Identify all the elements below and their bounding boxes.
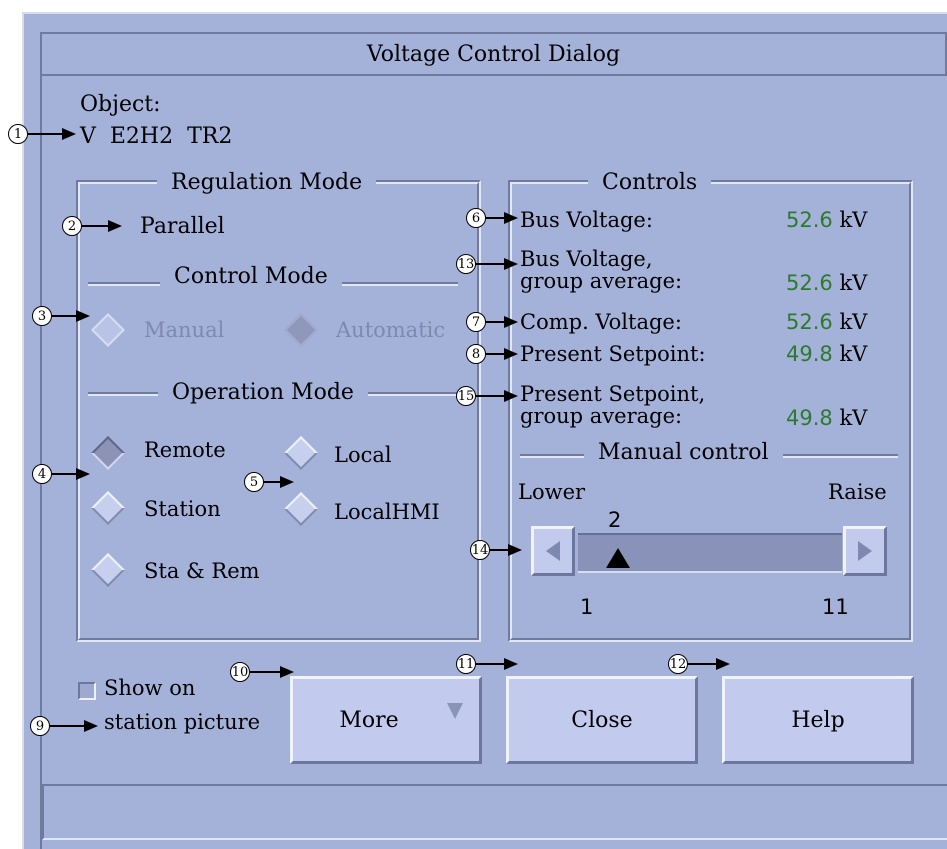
setpoint-avg-value: 49.8 (786, 406, 833, 430)
bus-voltage-value: 52.6 (786, 208, 833, 232)
bus-voltage-avg-value: 52.6 (786, 271, 833, 295)
callout-1-arrowhead (62, 128, 76, 140)
remote-radio-label: Remote (144, 438, 226, 462)
callout-9: 9 (30, 716, 50, 736)
callout-7: 7 (466, 312, 486, 332)
callout-8: 8 (466, 344, 486, 364)
object-label: Object: (80, 92, 161, 117)
callout-14: 14 (470, 540, 490, 560)
present-setpoint-value: 49.8 (786, 342, 833, 366)
dialog-title-bar[interactable]: Voltage Control Dialog (42, 34, 947, 76)
setpoint-avg-label-line1: Present Setpoint, (520, 382, 706, 406)
operation-mode-title: Operation Mode (158, 380, 368, 405)
callout-13: 13 (456, 254, 476, 274)
callout-15-arrowhead (504, 390, 518, 402)
callout-9-arrowhead (84, 720, 98, 732)
setpoint-avg-unit: kV (839, 406, 868, 430)
station-picture-label: station picture (104, 710, 261, 734)
bus-voltage-avg-label: Bus Voltage, group average: (520, 248, 682, 292)
dialog-title: Voltage Control Dialog (366, 41, 621, 67)
callout-4: 4 (32, 464, 52, 484)
callout-6-arrowhead (504, 212, 518, 224)
bus-voltage-readout: 52.6 kV (786, 208, 867, 232)
callout-3-arrowhead (76, 310, 90, 322)
tap-slider-thumb[interactable] (606, 548, 630, 568)
help-button-label: Help (791, 707, 845, 733)
lower-button[interactable] (531, 526, 575, 576)
comp-voltage-unit: kV (839, 310, 868, 334)
present-setpoint-unit: kV (839, 342, 868, 366)
callout-15: 15 (456, 386, 476, 406)
regulation-mode-title: Regulation Mode (157, 170, 377, 195)
bus-voltage-avg-readout: 52.6 kV (786, 271, 867, 295)
manual-radio-label: Manual (144, 318, 225, 342)
chevron-down-icon (447, 703, 463, 719)
callout-4-arrowhead (76, 468, 90, 480)
lower-label: Lower (518, 480, 586, 504)
tap-current-value: 2 (608, 508, 622, 532)
local-radio-label: Local (334, 443, 392, 467)
callout-12-arrowhead (716, 658, 730, 670)
bus-voltage-avg-label-line1: Bus Voltage, (520, 247, 653, 271)
setpoint-avg-readout: 49.8 kV (786, 406, 867, 430)
show-on-label: Show on (104, 676, 196, 700)
callout-5-arrowhead (280, 476, 294, 488)
comp-voltage-label: Comp. Voltage: (520, 310, 682, 334)
raise-button[interactable] (843, 526, 887, 576)
sta-rem-radio-label: Sta & Rem (144, 559, 260, 583)
present-setpoint-label: Present Setpoint: (520, 342, 706, 366)
callout-11-arrowhead (504, 658, 518, 670)
callout-14-arrowhead (508, 544, 522, 556)
help-button[interactable]: Help (722, 676, 914, 764)
status-bar (42, 784, 947, 840)
bus-voltage-label: Bus Voltage: (520, 208, 653, 232)
comp-voltage-value: 52.6 (786, 310, 833, 334)
present-setpoint-readout: 49.8 kV (786, 342, 867, 366)
regulation-mode-group (76, 180, 481, 642)
localhmi-radio-label: LocalHMI (334, 500, 440, 524)
more-button-label: More (339, 707, 399, 733)
callout-6: 6 (466, 208, 486, 228)
callout-8-arrowhead (504, 348, 518, 360)
station-radio-label: Station (144, 497, 221, 521)
raise-label: Raise (828, 480, 887, 504)
comp-voltage-readout: 52.6 kV (786, 310, 867, 334)
callout-11: 11 (456, 654, 476, 674)
manual-control-title: Manual control (584, 440, 783, 465)
callout-7-arrowhead (504, 316, 518, 328)
show-on-station-picture-checkbox[interactable] (78, 682, 96, 700)
control-mode-title: Control Mode (160, 264, 342, 289)
controls-title: Controls (588, 170, 712, 195)
callout-5: 5 (244, 472, 264, 492)
close-button[interactable]: Close (506, 676, 698, 764)
tap-max-value: 11 (822, 595, 849, 619)
object-value: V E2H2 TR2 (80, 124, 233, 149)
automatic-radio-label: Automatic (336, 318, 446, 342)
callout-1: 1 (8, 124, 28, 144)
more-button[interactable]: More (290, 676, 482, 764)
callout-10-arrowhead (280, 666, 294, 678)
regulation-mode-value: Parallel (140, 214, 225, 239)
callout-13-arrowhead (504, 258, 518, 270)
tap-min-value: 1 (580, 595, 594, 619)
setpoint-avg-label: Present Setpoint, group average: (520, 383, 705, 427)
callout-2: 2 (62, 216, 82, 236)
callout-12: 12 (668, 654, 688, 674)
bus-voltage-unit: kV (839, 208, 868, 232)
callout-10: 10 (230, 662, 250, 682)
left-arrow-icon (546, 541, 560, 561)
callout-2-arrowhead (108, 220, 122, 232)
setpoint-avg-label-line2: group average: (520, 404, 683, 428)
callout-3: 3 (32, 306, 52, 326)
bus-voltage-avg-unit: kV (839, 271, 868, 295)
bus-voltage-avg-label-line2: group average: (520, 269, 683, 293)
close-button-label: Close (571, 707, 633, 733)
right-arrow-icon (858, 541, 872, 561)
